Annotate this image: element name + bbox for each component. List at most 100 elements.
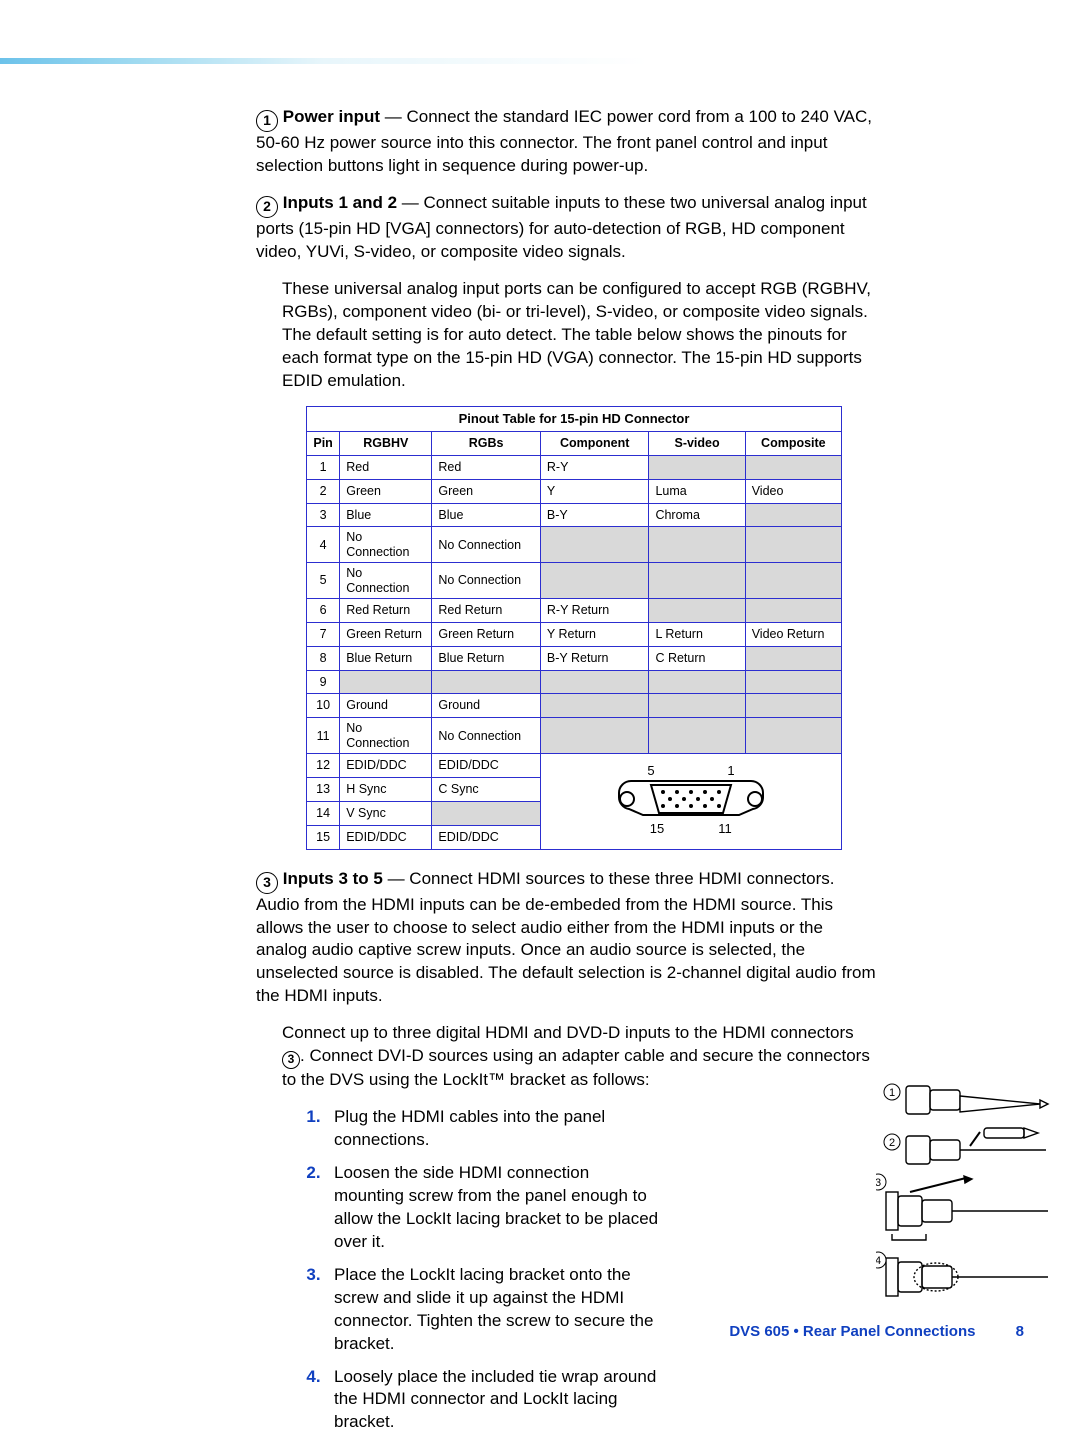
table-cell — [745, 670, 841, 694]
table-cell: Ground — [432, 694, 541, 718]
table-cell: R-Y — [540, 455, 649, 479]
svg-text:2: 2 — [889, 1137, 895, 1149]
table-cell: R-Y Return — [540, 598, 649, 622]
pinout-table-wrap: Pinout Table for 15-pin HD Connector Pin… — [256, 406, 876, 849]
table-cell: B-Y — [540, 503, 649, 527]
table-cell — [540, 563, 649, 599]
svg-text:4: 4 — [876, 1255, 881, 1267]
pin-cell: 14 — [307, 801, 340, 825]
table-cell — [649, 718, 745, 754]
table-row: 9 — [307, 670, 842, 694]
table-cell: Green — [432, 479, 541, 503]
pinout-table: Pinout Table for 15-pin HD Connector Pin… — [306, 406, 842, 849]
callout-1: 1 Power input — Connect the standard IEC… — [256, 106, 876, 178]
pin-cell: 5 — [307, 563, 340, 599]
table-cell: No Connection — [432, 718, 541, 754]
callout-2-extra: These universal analog input ports can b… — [256, 278, 876, 393]
table-row: 5No ConnectionNo Connection — [307, 563, 842, 599]
table-cell: Red Return — [432, 598, 541, 622]
table-cell — [540, 694, 649, 718]
table-cell — [745, 563, 841, 599]
svg-text:3: 3 — [876, 1177, 881, 1189]
table-cell: No Connection — [432, 527, 541, 563]
table-cell: Blue — [340, 503, 432, 527]
table-cell: Green Return — [432, 622, 541, 646]
table-cell — [432, 801, 541, 825]
table-cell — [745, 718, 841, 754]
table-row: 10GroundGround — [307, 694, 842, 718]
table-cell — [649, 694, 745, 718]
table-row: 1RedRedR-Y — [307, 455, 842, 479]
hd-connector-diagram: 5 1 15 11 — [540, 754, 841, 850]
table-cell: Red — [340, 455, 432, 479]
pin-cell: 9 — [307, 670, 340, 694]
table-cell: V Sync — [340, 801, 432, 825]
hdr-rgbhv: RGBHV — [340, 431, 432, 455]
table-cell — [432, 670, 541, 694]
table-cell: Video Return — [745, 622, 841, 646]
step-4: Loosely place the included tie wrap arou… — [330, 1366, 662, 1435]
table-cell — [649, 563, 745, 599]
table-cell: Red — [432, 455, 541, 479]
svg-text:11: 11 — [718, 821, 732, 836]
inline-callout-3: 3 — [282, 1051, 300, 1069]
footer-page: 8 — [1016, 1323, 1024, 1340]
hdr-svideo: S-video — [649, 431, 745, 455]
svg-text:15: 15 — [650, 821, 664, 836]
steps-list: Plug the HDMI cables into the panel conn… — [282, 1106, 662, 1434]
step-2: Loosen the side HDMI connection mounting… — [330, 1162, 662, 1254]
table-cell — [540, 527, 649, 563]
svg-text:5: 5 — [647, 763, 654, 778]
table-cell: Ground — [340, 694, 432, 718]
table-cell: C Return — [649, 646, 745, 670]
table-cell — [745, 527, 841, 563]
hdr-component: Component — [540, 431, 649, 455]
callout-3-title: Inputs 3 to 5 — [283, 869, 383, 888]
table-cell: Y Return — [540, 622, 649, 646]
hdr-composite: Composite — [745, 431, 841, 455]
lockit-diagram: 1 2 3 4 — [876, 1078, 1052, 1314]
pin-cell: 6 — [307, 598, 340, 622]
table-cell — [649, 527, 745, 563]
pin-cell: 7 — [307, 622, 340, 646]
callout-3-num: 3 — [256, 872, 278, 894]
callout-1-num: 1 — [256, 110, 278, 132]
table-cell — [649, 455, 745, 479]
callout-3: 3 Inputs 3 to 5 — Connect HDMI sources t… — [256, 868, 876, 1009]
table-cell: B-Y Return — [540, 646, 649, 670]
callout-3-extra-b: . Connect DVI-D sources using an adapter… — [282, 1046, 870, 1089]
callout-2-title: Inputs 1 and 2 — [283, 193, 397, 212]
hdr-pin: Pin — [307, 431, 340, 455]
table-cell: Green — [340, 479, 432, 503]
hdr-rgbs: RGBs — [432, 431, 541, 455]
table-cell: Blue — [432, 503, 541, 527]
table-cell — [745, 646, 841, 670]
table-cell: No Connection — [340, 563, 432, 599]
pinout-title: Pinout Table for 15-pin HD Connector — [307, 407, 842, 432]
table-cell: Luma — [649, 479, 745, 503]
step-1: Plug the HDMI cables into the panel conn… — [330, 1106, 662, 1152]
table-cell: L Return — [649, 622, 745, 646]
table-row: 4No ConnectionNo Connection — [307, 527, 842, 563]
pin-cell: 8 — [307, 646, 340, 670]
callout-3-extra: Connect up to three digital HDMI and DVD… — [256, 1022, 876, 1092]
pin-cell: 10 — [307, 694, 340, 718]
table-cell: EDID/DDC — [340, 754, 432, 778]
callout-3-extra-a: Connect up to three digital HDMI and DVD… — [282, 1023, 854, 1042]
step-3: Place the LockIt lacing bracket onto the… — [330, 1264, 662, 1356]
table-cell: EDID/DDC — [340, 825, 432, 849]
table-cell: Green Return — [340, 622, 432, 646]
callout-2-num: 2 — [256, 196, 278, 218]
page-content: 1 Power input — Connect the standard IEC… — [256, 106, 876, 1444]
table-row: 3BlueBlueB-YChroma — [307, 503, 842, 527]
svg-text:1: 1 — [727, 763, 734, 778]
pin-cell: 15 — [307, 825, 340, 849]
table-cell — [745, 694, 841, 718]
pin-cell: 4 — [307, 527, 340, 563]
pin-cell: 1 — [307, 455, 340, 479]
table-cell: Video — [745, 479, 841, 503]
table-row: 11No ConnectionNo Connection — [307, 718, 842, 754]
pin-cell: 11 — [307, 718, 340, 754]
table-cell: Y — [540, 479, 649, 503]
table-cell — [540, 670, 649, 694]
